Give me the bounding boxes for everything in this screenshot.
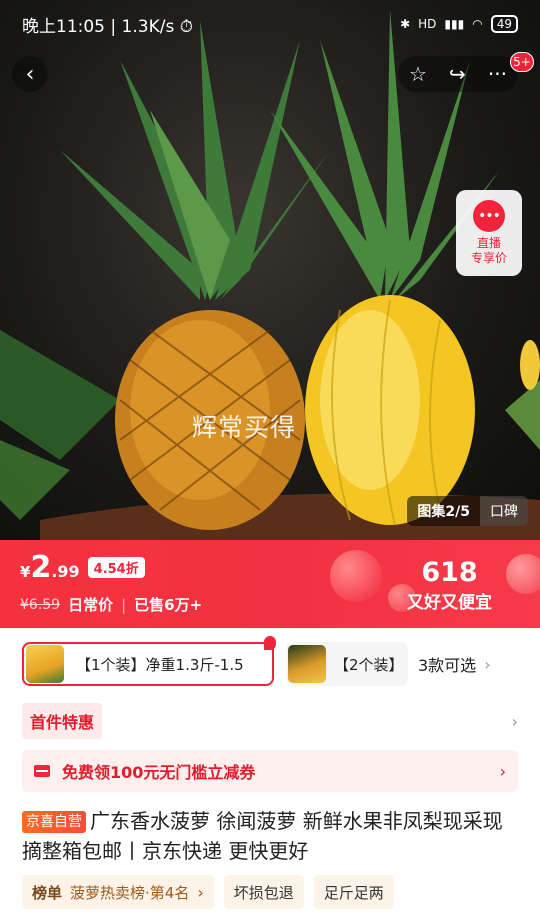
- more-variants-button[interactable]: 3款可选 ›: [418, 652, 491, 676]
- chevron-right-icon: ›: [197, 882, 204, 902]
- price-banner: ¥ 2 .99 4.54折 ¥6.59 日常价 | 已售6万+ 618 又好又便…: [0, 540, 540, 628]
- price-decimal: .99: [51, 562, 80, 581]
- sold-count: 已售6万+: [134, 596, 203, 614]
- hd-label: HD: [418, 17, 437, 31]
- reviews-tab[interactable]: 口碑: [480, 496, 528, 526]
- chevron-right-icon: ›: [499, 761, 506, 781]
- live-icon: •••: [473, 200, 505, 232]
- discount-badge: 4.54折: [87, 557, 145, 578]
- product-title: 京喜自营 广东香水菠萝 徐闻菠萝 新鲜水果非凤梨现采现摘整箱包邮丨京东快递 更快更…: [22, 806, 518, 866]
- full-weight-tag[interactable]: 足斤足两: [313, 875, 394, 909]
- service-tags: 榜单 菠萝热卖榜·第4名 › 坏损包退 足斤足两: [22, 874, 518, 910]
- price-currency: ¥: [20, 563, 31, 581]
- rank-label: 榜单: [32, 883, 63, 902]
- notification-badge: 5+: [510, 52, 534, 72]
- variant-count: 3款可选: [418, 656, 477, 675]
- promo-618[interactable]: 618 又好又便宜: [407, 557, 492, 614]
- store-tag: 京喜自营: [22, 811, 86, 833]
- balloon-decoration: [506, 554, 540, 594]
- status-time: 晚上11:05: [22, 16, 105, 37]
- bluetooth-icon: ✱: [400, 17, 411, 31]
- coupon-content: 免费领100元无门槛立减券: [34, 759, 255, 783]
- status-divider: |: [110, 16, 122, 37]
- first-deal-tag: 首件特惠: [22, 703, 103, 739]
- variant-selector: 【1个装】净重1.3斤-1.5 【2个装】 3款可选 ›: [22, 636, 518, 688]
- variant-option-selected[interactable]: 【1个装】净重1.3斤-1.5: [22, 636, 276, 686]
- first-item-deal-row[interactable]: 首件特惠 ›: [22, 702, 518, 740]
- status-left: 晚上11:05 | 1.3K/s ⏱: [22, 12, 193, 37]
- alarm-icon: ⏱: [179, 16, 193, 37]
- signal-icon: ▮▮▮: [444, 17, 465, 31]
- variant-thumbnail: [288, 645, 326, 683]
- current-price: ¥ 2 .99 4.54折: [20, 550, 145, 585]
- status-bar: 晚上11:05 | 1.3K/s ⏱ ✱ HD ▮▮▮ ◠ 49: [22, 8, 518, 40]
- divider: |: [121, 595, 127, 614]
- star-icon[interactable]: ☆: [409, 62, 427, 86]
- variant-label: 【2个装】: [334, 655, 404, 674]
- damage-guarantee-tag[interactable]: 坏损包退: [223, 875, 304, 909]
- chevron-right-icon: ›: [484, 654, 491, 674]
- rank-text: 菠萝热卖榜·第4名: [70, 883, 190, 902]
- live-price-button[interactable]: ••• 直播 专享价: [456, 190, 522, 276]
- balloon-decoration: [330, 550, 382, 602]
- coupon-banner[interactable]: 免费领100元无门槛立减券 ›: [22, 750, 518, 792]
- top-actions: ☆ ↪ ···: [398, 56, 518, 92]
- daily-price-label: 日常价: [68, 596, 114, 614]
- variant-thumbnail: [26, 645, 64, 683]
- variant-label: 【1个装】净重1.3斤-1.5: [76, 655, 244, 674]
- original-price: ¥6.59: [20, 596, 61, 613]
- gallery-switch[interactable]: 图集2/5 口碑: [407, 496, 528, 526]
- chevron-left-icon: ‹: [25, 61, 35, 87]
- promo-number: 618: [421, 557, 478, 588]
- ranking-tag[interactable]: 榜单 菠萝热卖榜·第4名 ›: [22, 875, 214, 909]
- live-label-line1: 直播: [476, 236, 501, 250]
- price-meta: ¥6.59 日常价 | 已售6万+: [20, 594, 202, 615]
- wifi-icon: ◠: [472, 17, 483, 31]
- status-right: ✱ HD ▮▮▮ ◠ 49: [400, 15, 518, 33]
- coupon-icon: [34, 765, 50, 777]
- more-dots-icon[interactable]: ···: [488, 62, 507, 86]
- product-title-text: 广东香水菠萝 徐闻菠萝 新鲜水果非凤梨现采现摘整箱包邮丨京东快递 更快更好: [22, 809, 503, 863]
- back-button[interactable]: ‹: [12, 56, 48, 92]
- hot-dot-icon: [264, 636, 276, 650]
- promo-slogan: 又好又便宜: [407, 593, 492, 613]
- share-icon[interactable]: ↪: [449, 62, 466, 86]
- gallery-counter[interactable]: 图集2/5: [407, 501, 480, 521]
- chevron-right-icon: ›: [511, 711, 518, 731]
- variant-option[interactable]: 【2个装】: [286, 642, 408, 686]
- watermark-text: 辉常买得: [192, 413, 297, 442]
- live-label-line2: 专享价: [470, 251, 507, 265]
- price-integer: 2: [30, 550, 52, 585]
- coupon-text: 免费领100元无门槛立减券: [62, 763, 256, 782]
- battery-indicator: 49: [490, 15, 518, 33]
- status-speed: 1.3K/s: [121, 16, 175, 37]
